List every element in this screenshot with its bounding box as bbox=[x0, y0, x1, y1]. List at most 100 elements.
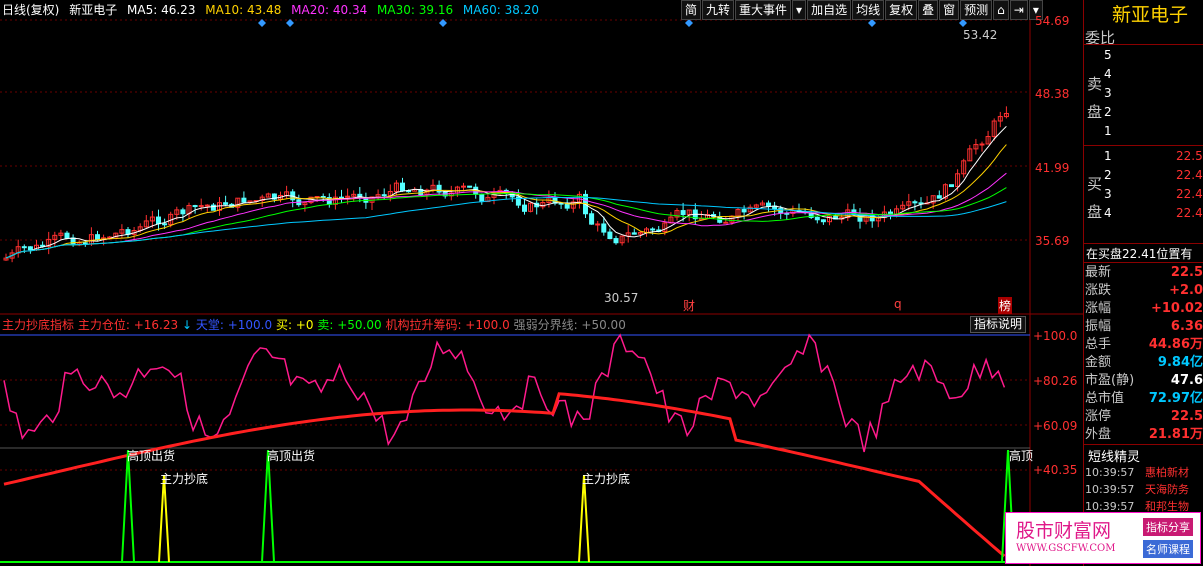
event-marker-q[interactable]: q bbox=[894, 297, 902, 311]
quote-stat-value: 44.86万 bbox=[1148, 337, 1203, 352]
candle-body bbox=[936, 195, 942, 199]
ma5-label: MA5: 46.23 bbox=[127, 3, 196, 17]
buy-side-text: 买盘 bbox=[1087, 175, 1103, 221]
signal-label-top-3: 高顶 bbox=[1009, 449, 1034, 463]
watermark-title: 股市财富网 bbox=[1016, 520, 1112, 542]
toolbar-button-1[interactable]: 九转 bbox=[702, 0, 735, 20]
event-marker-finance[interactable]: 财 bbox=[683, 297, 695, 314]
candle-body bbox=[467, 185, 473, 188]
quote-stat-key: 涨幅 bbox=[1085, 301, 1112, 316]
sell-ladder-row[interactable]: 3 bbox=[1104, 84, 1203, 103]
low-price-label: 30.57 bbox=[604, 291, 639, 305]
candle-body bbox=[814, 216, 820, 221]
toolbar-button-5[interactable]: 均线 bbox=[852, 0, 885, 20]
indicator-help-button[interactable]: 指标说明 bbox=[970, 316, 1027, 333]
buy-ladder-price: 22.5 bbox=[1176, 149, 1203, 163]
quote-stat-row: 总市值 72.97亿 bbox=[1085, 390, 1203, 408]
toolbar-button-4[interactable]: 加自选 bbox=[807, 0, 852, 20]
signal-spike-top bbox=[121, 449, 135, 563]
sell-ladder-level: 5 bbox=[1104, 48, 1112, 62]
buy-ladder-row[interactable]: 2 22.4 bbox=[1104, 166, 1203, 185]
candle-body bbox=[631, 232, 637, 235]
indicator-tick-1: +100.0 bbox=[1033, 329, 1078, 343]
buy-ladder-row[interactable]: 1 22.5 bbox=[1104, 147, 1203, 166]
candle-body bbox=[595, 223, 601, 226]
buy-ladder-row[interactable]: 3 22.4 bbox=[1104, 185, 1203, 204]
watermark-url: WWW.GSCFW.COM bbox=[1016, 543, 1116, 554]
quote-stat-key: 市盈(静) bbox=[1085, 373, 1135, 388]
toolbar-button-3[interactable]: ▾ bbox=[792, 0, 807, 20]
bid-note: 在买盘22.41位置有 bbox=[1086, 247, 1193, 261]
sprite-title[interactable]: 短线精灵 bbox=[1088, 446, 1140, 465]
candle-body bbox=[400, 182, 405, 192]
sell-ladder-row[interactable]: 2 bbox=[1104, 103, 1203, 122]
sprite-item[interactable]: 10:39:57 天海防务 bbox=[1085, 481, 1203, 499]
indicator-header: 主力抄底指标 主力仓位: +16.23 ↓ 天堂: +100.0 买: +0 卖… bbox=[2, 317, 626, 333]
candle-body bbox=[650, 228, 656, 231]
toolbar-button-2[interactable]: 重大事件 bbox=[735, 0, 792, 20]
candle-body bbox=[223, 202, 229, 205]
indicator-buy: 买: +0 bbox=[275, 318, 314, 332]
chart-area[interactable]: 日线(复权) 新亚电子 MA5: 46.23 MA10: 43.48 MA20:… bbox=[0, 0, 1083, 566]
candle-body bbox=[607, 231, 613, 240]
signal-spike-bottom bbox=[578, 474, 590, 563]
stock-name: 新亚电子 bbox=[69, 3, 118, 17]
price-tick-1: 54.69 bbox=[1035, 14, 1070, 28]
ma30-label: MA30: 39.16 bbox=[377, 3, 454, 17]
quote-stat-key: 总市值 bbox=[1085, 391, 1125, 406]
toolbar-button-11[interactable]: ⇥ bbox=[1009, 0, 1028, 20]
sell-ladder-row[interactable]: 4 bbox=[1104, 65, 1203, 84]
candle-body bbox=[64, 232, 70, 239]
quote-stat-key: 涨跌 bbox=[1085, 283, 1112, 298]
candle-body bbox=[156, 216, 161, 225]
signal-label-top-1: 高顶出货 bbox=[127, 449, 176, 463]
event-marker-rank[interactable]: 榜 bbox=[998, 297, 1013, 314]
toolbar-button-0[interactable]: 简 bbox=[681, 0, 702, 20]
toolbar-button-6[interactable]: 复权 bbox=[885, 0, 918, 20]
sell-ladder-level: 2 bbox=[1104, 105, 1112, 119]
toolbar-button-8[interactable]: 窗 bbox=[939, 0, 960, 20]
candle-body bbox=[70, 237, 76, 246]
quote-stat-row: 总手 44.86万 bbox=[1085, 336, 1203, 354]
indicator-name[interactable]: 主力抄底指标 bbox=[2, 318, 74, 332]
ma60-line bbox=[5, 196, 1007, 259]
toolbar-button-10[interactable]: ⌂ bbox=[993, 0, 1009, 20]
signal-label-bottom-1: 主力抄底 bbox=[160, 472, 209, 486]
buy-ladder-row[interactable]: 4 22.4 bbox=[1104, 204, 1203, 223]
quote-stat-row: 市盈(静) 47.6 bbox=[1085, 372, 1203, 390]
quote-stat-value: 22.5 bbox=[1170, 409, 1203, 424]
buy-side-label: 买盘 bbox=[1087, 170, 1103, 226]
candle-body bbox=[192, 205, 198, 208]
quote-stat-value: 6.36 bbox=[1170, 319, 1203, 334]
sprite-stock: 惠柏新材 bbox=[1145, 466, 1189, 479]
candle-body bbox=[723, 221, 729, 224]
ma10-line bbox=[5, 144, 1007, 259]
quote-stat-key: 最新 bbox=[1085, 265, 1112, 280]
quote-stat-key: 振幅 bbox=[1085, 319, 1112, 334]
candle-body bbox=[180, 209, 186, 215]
quote-stat-key: 外盘 bbox=[1085, 427, 1112, 442]
sell-side-text: 卖盘 bbox=[1087, 75, 1103, 121]
candle-body bbox=[461, 185, 466, 188]
divider bbox=[1083, 444, 1203, 445]
toolbar-button-9[interactable]: 预测 bbox=[960, 0, 993, 20]
candle-body bbox=[21, 246, 27, 249]
indicator-sell: 卖: +50.00 bbox=[317, 318, 382, 332]
toolbar-button-7[interactable]: 叠 bbox=[918, 0, 939, 20]
event-diamond-icon bbox=[258, 19, 266, 27]
event-diamond-icon bbox=[868, 19, 876, 27]
buy-ladder-price: 22.4 bbox=[1176, 206, 1203, 220]
sell-ladder-row[interactable]: 1 bbox=[1104, 122, 1203, 141]
sprite-item[interactable]: 10:39:57 惠柏新材 bbox=[1085, 464, 1203, 482]
signal-label-top-2: 高顶出货 bbox=[267, 449, 316, 463]
chart-header: 日线(复权) 新亚电子 MA5: 46.23 MA10: 43.48 MA20:… bbox=[2, 2, 545, 18]
watermark-logo: 股市财富网 WWW.GSCFW.COM 指标分享 名师课程 bbox=[1005, 512, 1201, 564]
sell-ladder: 5 4 3 2 1 bbox=[1104, 46, 1203, 141]
quote-stat-key: 金额 bbox=[1085, 355, 1112, 370]
indicator-oscillator-line bbox=[3, 333, 1006, 453]
price-tick-3: 41.99 bbox=[1035, 161, 1070, 175]
divider bbox=[1083, 243, 1203, 244]
candle-body bbox=[320, 195, 326, 199]
sell-ladder-row[interactable]: 5 bbox=[1104, 46, 1203, 65]
buy-ladder-price: 22.4 bbox=[1176, 187, 1203, 201]
